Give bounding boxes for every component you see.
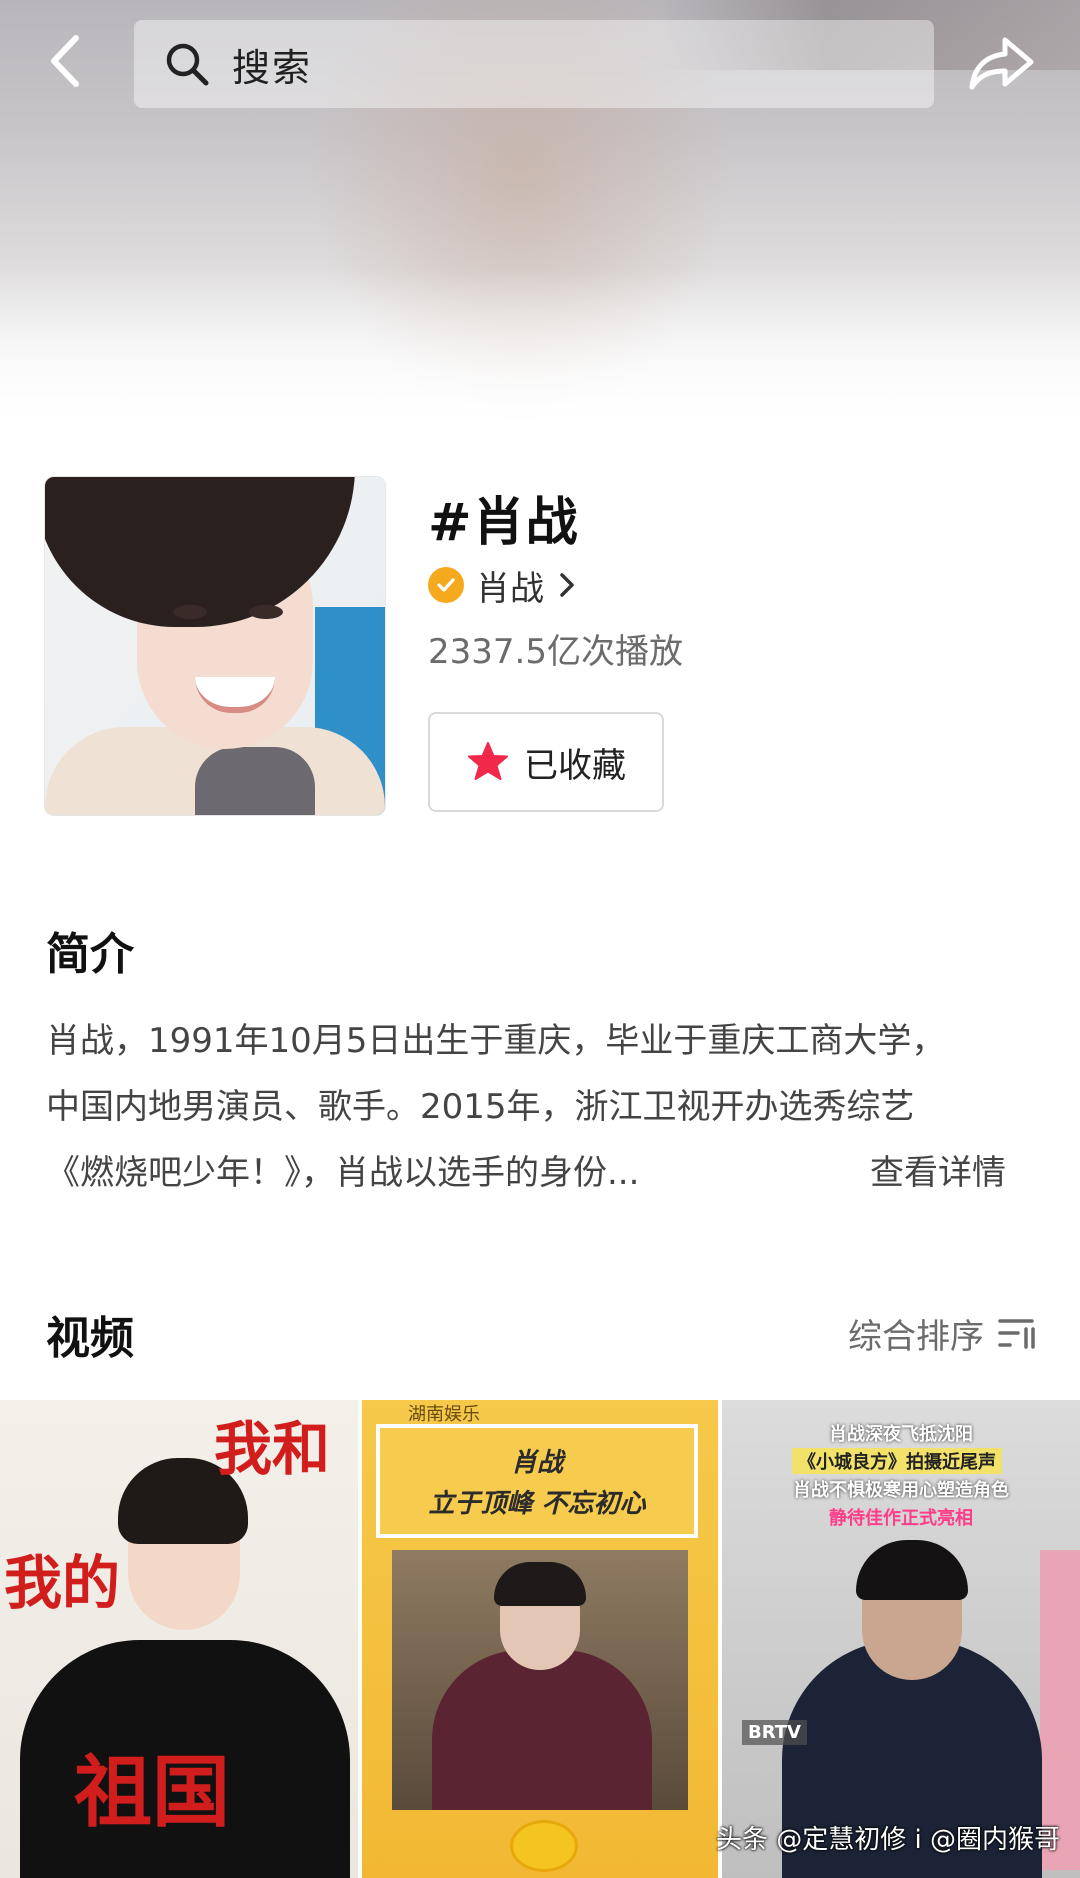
- search-icon: [164, 40, 212, 88]
- topic-cover-image: [44, 476, 386, 816]
- watermark-text: 头条 @定慧初修 i @圈内猴哥: [715, 1825, 1060, 1855]
- video-headline-banner: 肖战 立于顶峰 不忘初心: [376, 1424, 698, 1538]
- intro-heading: 简介: [46, 929, 134, 980]
- play-count: 2337.5亿次播放: [428, 632, 683, 672]
- verified-check-icon: [428, 567, 464, 603]
- chevron-left-icon: [51, 35, 79, 87]
- star-icon: [466, 740, 510, 784]
- video-thumbnail-photo: [392, 1550, 688, 1810]
- search-input[interactable]: 搜索: [134, 20, 934, 108]
- chevron-right-icon: [558, 570, 580, 600]
- videos-heading: 视频: [46, 1313, 134, 1364]
- favorite-label: 已收藏: [524, 745, 626, 786]
- intro-line: 中国内地男演员、歌手。2015年，浙江卫视开办选秀综艺: [46, 1087, 915, 1127]
- video-caption: 肖战深夜飞抵沈阳: [829, 1424, 973, 1445]
- video-overlay-text: 祖国: [74, 1747, 231, 1838]
- mango-logo-icon: [510, 1820, 578, 1872]
- see-details-link[interactable]: 查看详情: [870, 1140, 1006, 1206]
- favorite-button[interactable]: 已收藏: [428, 712, 664, 812]
- video-caption: 《小城良方》拍摄近尾声: [792, 1448, 1002, 1474]
- share-arrow-icon: [969, 37, 1034, 90]
- creator-link[interactable]: 肖战: [428, 560, 580, 610]
- back-button[interactable]: [36, 26, 96, 96]
- sort-filter-icon: [996, 1315, 1036, 1351]
- channel-logo-text: 湖南娱乐: [408, 1404, 480, 1425]
- video-card[interactable]: 我和 我的 祖国: [0, 1400, 358, 1878]
- video-overlay-text: 我和: [214, 1415, 331, 1483]
- creator-name: 肖战: [476, 568, 544, 609]
- video-card[interactable]: 湖南娱乐 肖战 立于顶峰 不忘初心: [362, 1400, 718, 1878]
- sort-label: 综合排序: [848, 1316, 984, 1357]
- video-overlay-text: 我的: [4, 1549, 121, 1617]
- channel-tag: BRTV: [742, 1720, 807, 1745]
- topic-page: 搜索 #肖战 肖战 2337.5亿次播放 已收藏 简介 肖战，1991年10月5…: [0, 0, 1080, 1878]
- video-caption: 静待佳作正式亮相: [829, 1508, 973, 1529]
- hero-fade: [0, 270, 1080, 440]
- video-caption: 肖战不惧极寒用心塑造角色: [793, 1480, 1009, 1501]
- sort-button[interactable]: 综合排序: [848, 1308, 1036, 1358]
- share-button[interactable]: [964, 28, 1040, 98]
- video-headline: 肖战: [510, 1448, 563, 1478]
- search-placeholder: 搜索: [232, 45, 313, 90]
- intro-line: 肖战，1991年10月5日出生于重庆，毕业于重庆工商大学，: [46, 1021, 946, 1061]
- video-card[interactable]: 肖战深夜飞抵沈阳 《小城良方》拍摄近尾声 肖战不惧极寒用心塑造角色 静待佳作正式…: [722, 1400, 1080, 1878]
- topic-title: #肖战: [428, 493, 579, 553]
- video-grid: 我和 我的 祖国 湖南娱乐 肖战 立于顶峰 不忘初心 肖战深夜飞抵沈阳 《小城良…: [0, 1400, 1080, 1878]
- video-subheadline: 立于顶峰 不忘初心: [428, 1489, 646, 1519]
